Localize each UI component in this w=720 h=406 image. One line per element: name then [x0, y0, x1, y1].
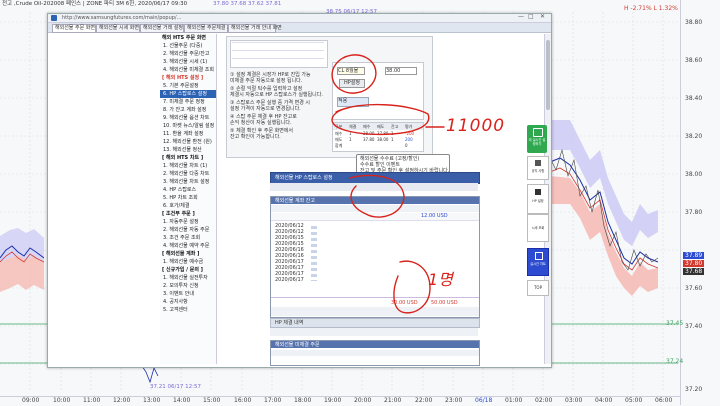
- handwritten-annotations: [331, 54, 445, 314]
- annotation-amount: 11000: [446, 116, 506, 136]
- annotation-count: 1명: [428, 270, 453, 289]
